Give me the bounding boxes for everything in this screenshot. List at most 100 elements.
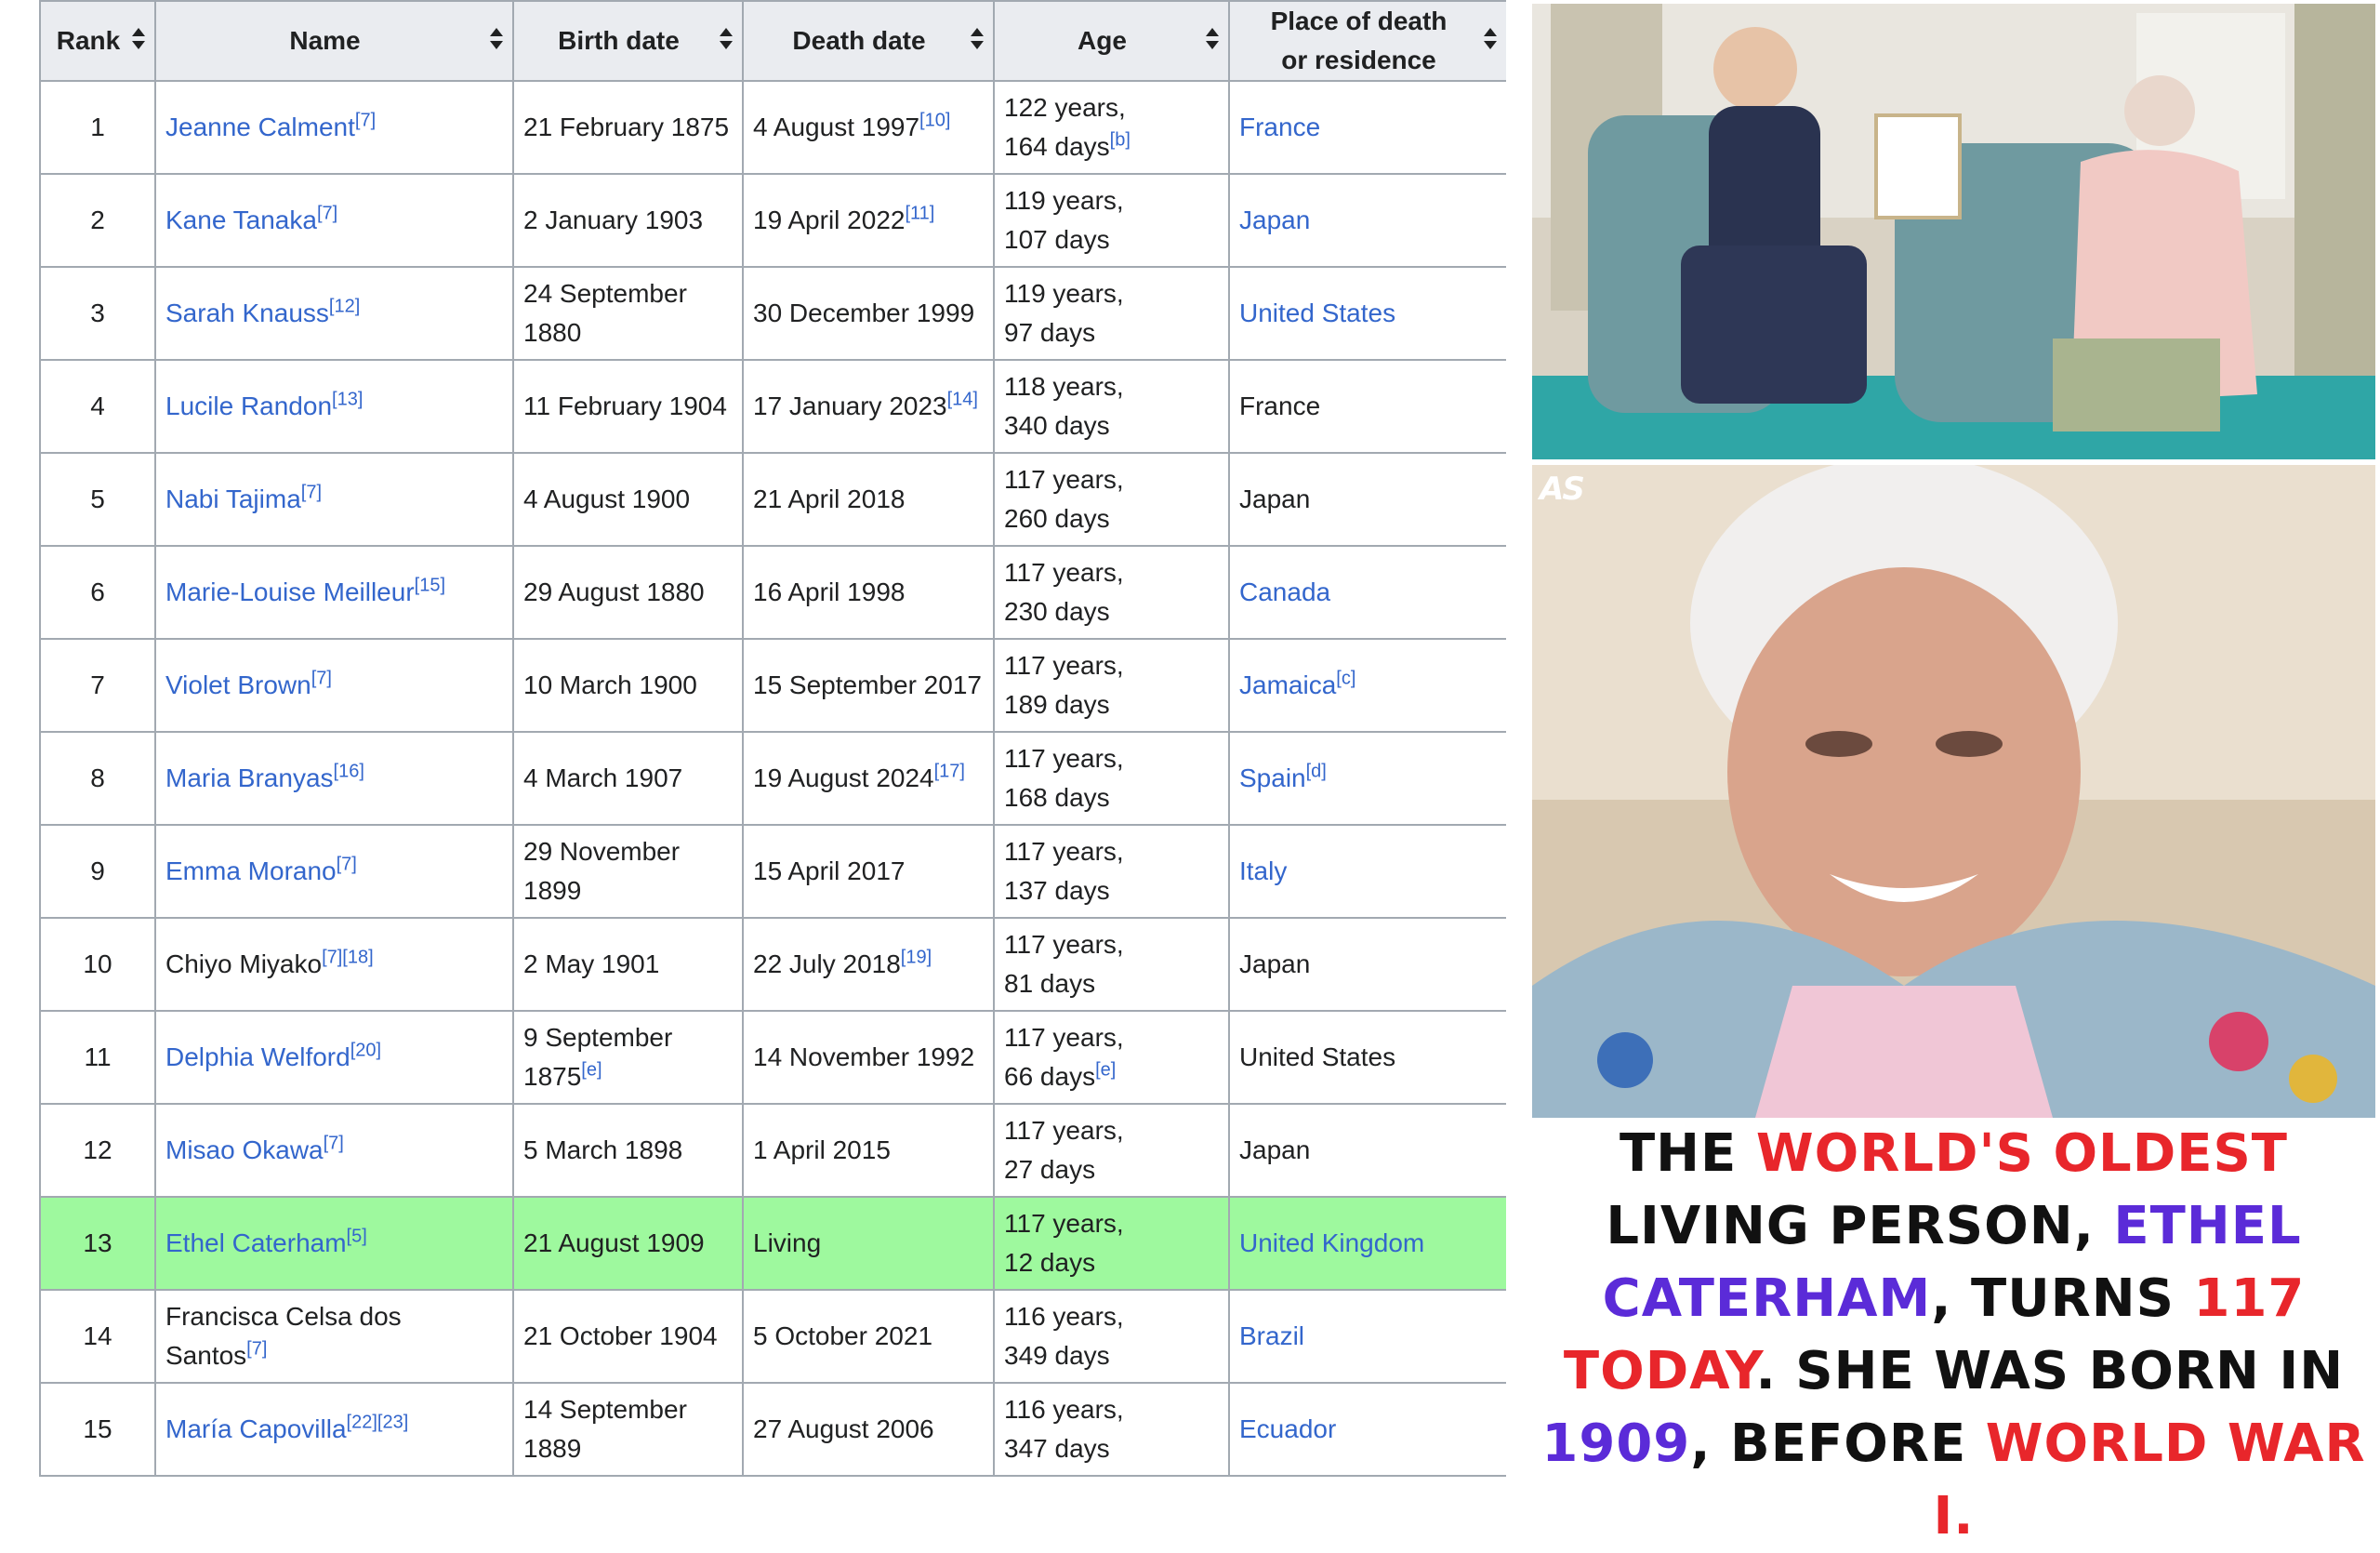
col-header-death-date[interactable]: Death date [742,0,995,82]
cell-rank: 15 [39,1382,156,1477]
person-link[interactable]: Maria Branyas [165,763,334,792]
age-days: 340 days [1004,411,1110,440]
cell-age: 117 years, 137 days [993,824,1230,919]
age-days: 97 days [1004,318,1096,347]
col-header-age[interactable]: Age [993,0,1230,82]
citation-ref[interactable]: [7] [324,1134,344,1154]
sort-icon[interactable] [132,28,145,49]
age-days: 260 days [1004,504,1110,533]
place-link[interactable]: United States [1239,299,1395,327]
person-link[interactable]: Lucile Randon [165,392,332,420]
cell-birth-date: 21 February 1875 [512,80,744,175]
citation-ref[interactable]: [10] [919,111,950,131]
citation-ref[interactable]: [16] [334,762,364,782]
person-link[interactable]: Ethel Caterham [165,1228,347,1257]
cell-place: Brazil [1228,1289,1506,1384]
sort-icon[interactable] [1206,28,1219,49]
cell-name: Chiyo Miyako[7][18] [154,917,514,1012]
cell-name: María Capovilla[22][23] [154,1382,514,1477]
cell-name: Delphia Welford[20] [154,1010,514,1105]
cell-age: 118 years, 340 days [993,359,1230,454]
citation-ref[interactable]: [17] [934,762,965,782]
citation-ref[interactable]: [7][18] [322,948,374,968]
citation-ref[interactable]: [d] [1306,762,1327,782]
citation-ref[interactable]: [14] [947,390,978,410]
col-header-birth-date[interactable]: Birth date [512,0,744,82]
citation-ref[interactable]: [b] [1110,130,1130,151]
age-years: 117 years, [1004,837,1124,866]
citation-ref[interactable]: [7] [355,111,376,131]
cell-rank: 13 [39,1196,156,1291]
place-link[interactable]: Canada [1239,577,1330,606]
caption-highlight-red: WORLD WAR I. [1933,1414,2366,1546]
cell-birth-date: 2 January 1903 [512,173,744,268]
age-days: 107 days [1004,225,1110,254]
place-link[interactable]: Jamaica [1239,670,1336,699]
citation-ref[interactable]: [22][23] [347,1413,409,1433]
place-link[interactable]: Ecuador [1239,1414,1336,1443]
cell-name: Maria Branyas[16] [154,731,514,826]
citation-ref[interactable]: [5] [347,1227,367,1247]
cell-place: Japan [1228,452,1506,547]
person-link[interactable]: Sarah Knauss [165,299,329,327]
person-link[interactable]: Misao Okawa [165,1135,324,1164]
cell-age: 117 years, 260 days [993,452,1230,547]
citation-ref[interactable]: [13] [332,390,363,410]
sort-icon[interactable] [971,28,984,49]
col-header-rank[interactable]: Rank [39,0,156,82]
cell-death-date: 16 April 1998 [742,545,995,640]
citation-ref[interactable]: [c] [1336,669,1355,689]
citation-ref[interactable]: [7] [311,669,332,689]
citation-ref[interactable]: [12] [329,297,360,317]
citation-ref[interactable]: [e] [1095,1060,1116,1081]
person-link[interactable]: Jeanne Calment [165,113,355,141]
cell-place: France [1228,359,1506,454]
age-days: 230 days [1004,597,1110,626]
person-link[interactable]: María Capovilla [165,1414,347,1443]
birth-date: 4 August 1900 [523,484,691,513]
place-link[interactable]: Japan [1239,206,1310,234]
cell-birth-date: 10 March 1900 [512,638,744,733]
person-link[interactable]: Violet Brown [165,670,311,699]
citation-ref[interactable]: [7] [317,204,337,224]
place-link[interactable]: Brazil [1239,1321,1304,1350]
cell-birth-date: 9 September 1875[e] [512,1010,744,1105]
cell-death-date: 21 April 2018 [742,452,995,547]
citation-ref[interactable]: [19] [901,948,932,968]
death-date: 14 November 1992 [753,1042,975,1071]
cell-place: Ecuador [1228,1382,1506,1477]
sort-icon[interactable] [720,28,733,49]
cell-name: Sarah Knauss[12] [154,266,514,361]
age-days: 347 days [1004,1434,1110,1463]
person-link[interactable]: Nabi Tajima [165,484,301,513]
person-link[interactable]: Emma Morano [165,856,337,885]
citation-ref[interactable]: [7] [246,1339,267,1360]
death-date: Living [753,1228,822,1257]
col-header-name[interactable]: Name [154,0,514,82]
table-row: 5 Nabi Tajima[7] 4 August 1900 21 April 201… [39,452,1506,547]
col-header-label: Age [1078,26,1127,55]
place-link[interactable]: Spain [1239,763,1306,792]
birth-date: 5 March 1898 [523,1135,683,1164]
citation-ref[interactable]: [20] [350,1041,381,1061]
col-header-place[interactable]: Place of death or residence [1228,0,1506,82]
place-link[interactable]: Italy [1239,856,1287,885]
age-years: 117 years, [1004,465,1124,494]
sort-icon[interactable] [1484,28,1497,49]
age-days: 164 days [1004,132,1110,161]
table-row: 8 Maria Branyas[16] 4 March 1907 19 August … [39,731,1506,826]
cell-rank: 3 [39,266,156,361]
citation-ref[interactable]: [e] [581,1060,602,1081]
place-link[interactable]: France [1239,113,1320,141]
citation-ref[interactable]: [15] [415,576,445,596]
place-link[interactable]: United Kingdom [1239,1228,1424,1257]
person-name: Francisca Celsa dos Santos [165,1302,402,1370]
cell-death-date: 5 October 2021 [742,1289,995,1384]
person-link[interactable]: Kane Tanaka [165,206,317,234]
citation-ref[interactable]: [11] [905,204,934,224]
citation-ref[interactable]: [7] [337,855,357,875]
person-link[interactable]: Marie-Louise Meilleur [165,577,415,606]
sort-icon[interactable] [490,28,503,49]
citation-ref[interactable]: [7] [301,483,322,503]
person-link[interactable]: Delphia Welford [165,1042,350,1071]
